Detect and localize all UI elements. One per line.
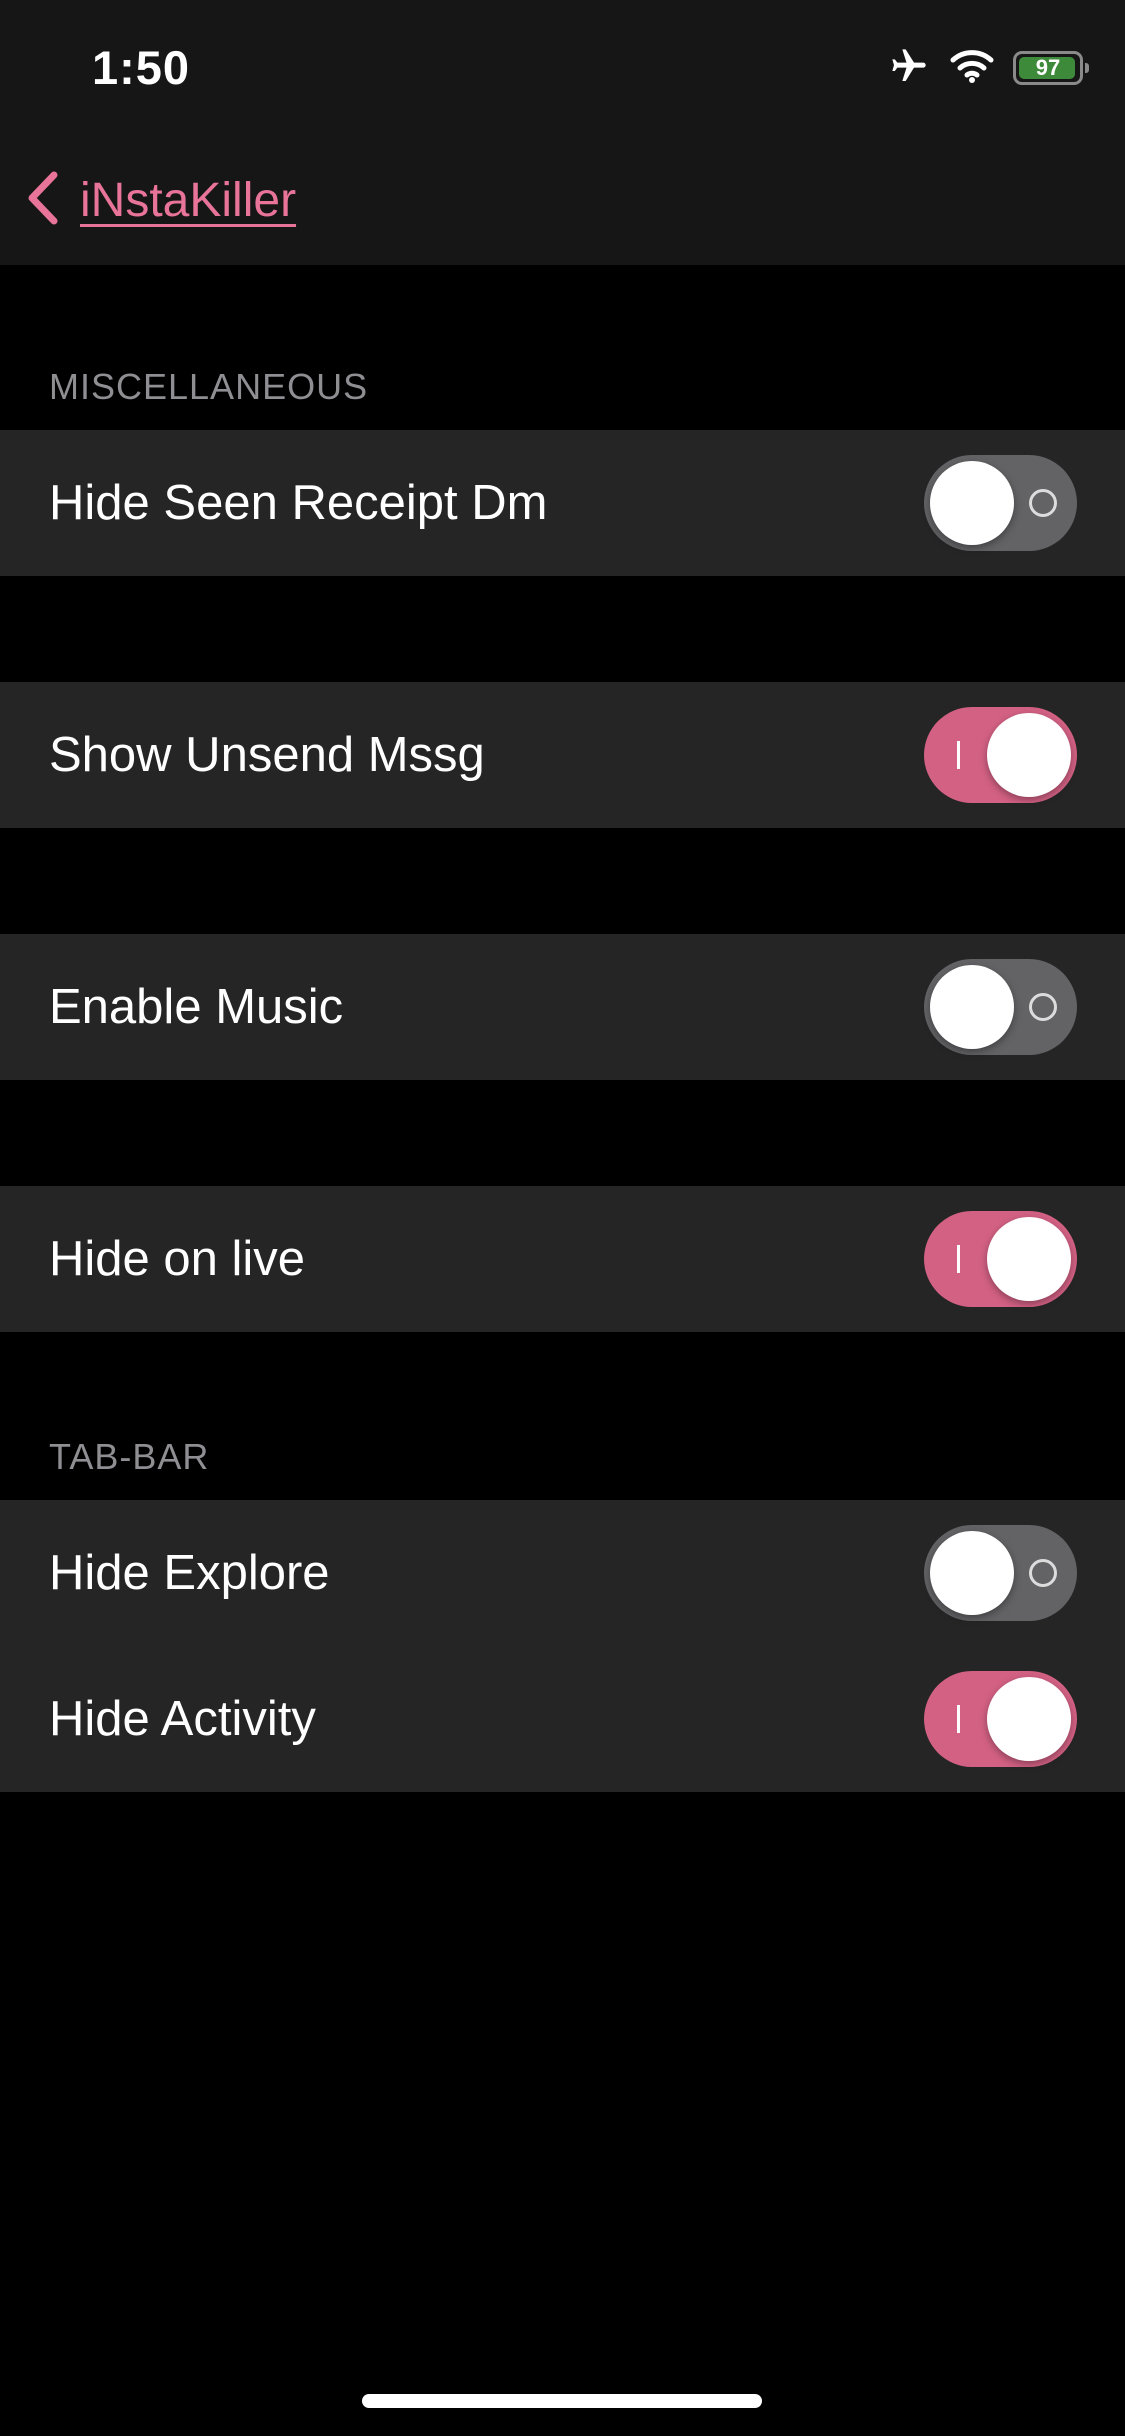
setting-label: Hide on live [49, 1232, 306, 1286]
home-indicator[interactable] [362, 2394, 762, 2408]
chevron-left-icon [24, 169, 62, 232]
settings-group-show-unsend: Show Unsend Mssg [0, 682, 1125, 828]
toggle-off-mark [1029, 489, 1057, 517]
setting-row-hide-activity: Hide Activity [0, 1646, 1125, 1792]
hide-seen-receipt-dm-toggle[interactable] [924, 455, 1077, 551]
toggle-knob [987, 1677, 1071, 1761]
setting-row-enable-music: Enable Music [0, 934, 1125, 1080]
setting-label: Hide Explore [49, 1546, 330, 1600]
setting-label: Show Unsend Mssg [49, 728, 485, 782]
settings-group-enable-music: Enable Music [0, 934, 1125, 1080]
setting-row-hide-on-live: Hide on live [0, 1186, 1125, 1332]
setting-row-hide-explore: Hide Explore [0, 1500, 1125, 1646]
setting-row-show-unsend-mssg: Show Unsend Mssg [0, 682, 1125, 828]
setting-label: Enable Music [49, 980, 344, 1034]
battery-nub [1085, 63, 1089, 73]
section-header-miscellaneous: MISCELLANEOUS [49, 366, 369, 407]
show-unsend-mssg-toggle[interactable] [924, 707, 1077, 803]
wifi-icon [949, 48, 995, 89]
status-time: 1:50 [92, 41, 191, 94]
hide-explore-toggle[interactable] [924, 1525, 1077, 1621]
toggle-off-mark [1029, 1559, 1057, 1587]
hide-on-live-toggle[interactable] [924, 1211, 1077, 1307]
setting-label: Hide Activity [49, 1692, 316, 1746]
toggle-knob [930, 965, 1014, 1049]
toggle-knob [987, 1217, 1071, 1301]
toggle-on-mark [957, 1245, 960, 1273]
navigation-bar: 1:50 97 iNstaKiller [0, 0, 1125, 265]
settings-group-tab-bar: Hide Explore Hide Activity [0, 1500, 1125, 1792]
settings-group-hide-on-live: Hide on live [0, 1186, 1125, 1332]
section-header-tab-bar: TAB-BAR [49, 1436, 210, 1477]
hide-activity-toggle[interactable] [924, 1671, 1077, 1767]
battery-icon: 97 [1013, 51, 1089, 85]
status-icons: 97 [887, 44, 1089, 92]
airplane-icon [887, 46, 931, 91]
toggle-on-mark [957, 741, 960, 769]
enable-music-toggle[interactable] [924, 959, 1077, 1055]
back-button-label: iNstaKiller [80, 173, 297, 227]
settings-group-hide-seen-receipt: Hide Seen Receipt Dm [0, 430, 1125, 576]
setting-label: Hide Seen Receipt Dm [49, 476, 548, 530]
toggle-off-mark [1029, 993, 1057, 1021]
battery-level: 97 [1035, 55, 1061, 80]
toggle-knob [987, 713, 1071, 797]
toggle-on-mark [957, 1705, 960, 1733]
toggle-knob [930, 461, 1014, 545]
setting-row-hide-seen-receipt-dm: Hide Seen Receipt Dm [0, 430, 1125, 576]
back-button[interactable]: iNstaKiller [24, 160, 296, 240]
toggle-knob [930, 1531, 1014, 1615]
